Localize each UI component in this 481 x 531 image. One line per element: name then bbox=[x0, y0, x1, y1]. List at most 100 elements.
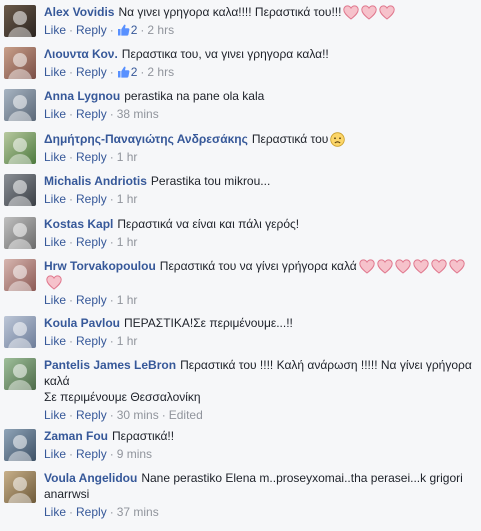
like-count[interactable]: 2 bbox=[117, 23, 137, 37]
reply-button[interactable]: Reply bbox=[76, 65, 107, 79]
commenter-name[interactable]: Anna Lygnou bbox=[44, 89, 120, 103]
reply-button[interactable]: Reply bbox=[76, 192, 107, 206]
separator-dot: · bbox=[69, 192, 74, 206]
heart-emoji-icon bbox=[377, 259, 393, 274]
separator-dot: · bbox=[140, 23, 145, 37]
timestamp[interactable]: 1 hr bbox=[117, 150, 138, 164]
separator-dot: · bbox=[69, 65, 74, 79]
heart-emoji-icon bbox=[359, 259, 375, 274]
separator-dot: · bbox=[140, 65, 145, 79]
edited-label[interactable]: Edited bbox=[169, 408, 203, 422]
reply-button[interactable]: Reply bbox=[76, 293, 107, 307]
heart-emoji-icon bbox=[431, 259, 447, 274]
like-button[interactable]: Like bbox=[44, 23, 66, 37]
heart-emoji-icon bbox=[46, 275, 62, 290]
comment-text-line: Koula Pavlou ΠΕΡΑΣΤΙΚΑ!Σε περιμένουμε...!… bbox=[44, 315, 473, 331]
commenter-name[interactable]: Zaman Fou bbox=[44, 429, 108, 443]
separator-dot: · bbox=[109, 293, 114, 307]
timestamp[interactable]: 37 mins bbox=[117, 505, 159, 519]
reply-button[interactable]: Reply bbox=[76, 408, 107, 422]
like-button[interactable]: Like bbox=[44, 65, 66, 79]
avatar[interactable] bbox=[4, 316, 36, 348]
comment-body: Zaman Fou Περαστικά!! Like · Reply · 9 mins bbox=[44, 428, 473, 461]
timestamp[interactable]: 2 hrs bbox=[147, 23, 174, 37]
commenter-name[interactable]: Hrw Torvakopoulou bbox=[44, 259, 156, 273]
timestamp[interactable]: 1 hr bbox=[117, 293, 138, 307]
avatar[interactable] bbox=[4, 132, 36, 164]
avatar[interactable] bbox=[4, 471, 36, 503]
comment-text-line: Anna Lygnou perastika na pane ola kala bbox=[44, 88, 473, 104]
comment-actions: Like · Reply · 1 hr bbox=[44, 192, 473, 206]
reply-button[interactable]: Reply bbox=[76, 505, 107, 519]
comment-actions: Like · Reply · 1 hr bbox=[44, 334, 473, 348]
commenter-name[interactable]: Voula Angelidou bbox=[44, 471, 137, 485]
comment-actions: Like · Reply · 1 hr bbox=[44, 235, 473, 249]
timestamp[interactable]: 30 mins bbox=[117, 408, 159, 422]
heart-emoji-icon bbox=[395, 259, 411, 274]
comment-body: Kostas Kapl Περαστικά να είναι και πάλι γ… bbox=[44, 216, 473, 249]
timestamp[interactable]: 1 hr bbox=[117, 235, 138, 249]
separator-dot: · bbox=[69, 235, 74, 249]
thumbs-up-icon bbox=[117, 66, 130, 78]
separator-dot: · bbox=[109, 23, 114, 37]
avatar[interactable] bbox=[4, 5, 36, 37]
like-button[interactable]: Like bbox=[44, 505, 66, 519]
comment-text-line: Zaman Fou Περαστικά!! bbox=[44, 428, 473, 444]
comment-actions: Like · Reply · 30 mins · Edited bbox=[44, 408, 473, 422]
separator-dot: · bbox=[109, 408, 114, 422]
separator-dot: · bbox=[161, 408, 166, 422]
timestamp[interactable]: 1 hr bbox=[117, 192, 138, 206]
avatar[interactable] bbox=[4, 217, 36, 249]
like-button[interactable]: Like bbox=[44, 235, 66, 249]
timestamp[interactable]: 9 mins bbox=[117, 447, 152, 461]
separator-dot: · bbox=[69, 23, 74, 37]
reply-button[interactable]: Reply bbox=[76, 235, 107, 249]
separator-dot: · bbox=[109, 235, 114, 249]
timestamp[interactable]: 1 hr bbox=[117, 334, 138, 348]
commenter-name[interactable]: Koula Pavlou bbox=[44, 316, 120, 330]
avatar[interactable] bbox=[4, 47, 36, 79]
comment-body: Voula Angelidou Nane perastiko Elena m..p… bbox=[44, 470, 473, 519]
separator-dot: · bbox=[69, 408, 74, 422]
like-button[interactable]: Like bbox=[44, 107, 66, 121]
comment-text: perastika na pane ola kala bbox=[124, 89, 265, 103]
reply-button[interactable]: Reply bbox=[76, 334, 107, 348]
commenter-name[interactable]: Michalis Andriotis bbox=[44, 174, 147, 188]
comment-body: Hrw Torvakopoulou Περαστικά του να γίνει … bbox=[44, 258, 473, 307]
avatar[interactable] bbox=[4, 259, 36, 291]
separator-dot: · bbox=[69, 107, 74, 121]
like-button[interactable]: Like bbox=[44, 334, 66, 348]
commenter-name[interactable]: Δημήτρης-Παναγιώτης Ανδρεσάκης bbox=[44, 132, 248, 146]
comment-text: Perastika tou mikrou... bbox=[150, 174, 271, 188]
timestamp[interactable]: 38 mins bbox=[117, 107, 159, 121]
reply-button[interactable]: Reply bbox=[76, 150, 107, 164]
like-count[interactable]: 2 bbox=[117, 65, 137, 79]
timestamp[interactable]: 2 hrs bbox=[147, 65, 174, 79]
comment-actions: Like · Reply · 1 hr bbox=[44, 293, 473, 307]
avatar[interactable] bbox=[4, 358, 36, 390]
avatar[interactable] bbox=[4, 174, 36, 206]
comment-actions: Like · Reply · 38 mins bbox=[44, 107, 473, 121]
comment-actions: Like · Reply · 2 · 2 hrs bbox=[44, 65, 473, 79]
separator-dot: · bbox=[69, 150, 74, 164]
avatar[interactable] bbox=[4, 429, 36, 461]
separator-dot: · bbox=[69, 505, 74, 519]
separator-dot: · bbox=[109, 192, 114, 206]
reply-button[interactable]: Reply bbox=[76, 447, 107, 461]
sad-face-emoji-icon bbox=[330, 132, 346, 147]
heart-emoji-icon bbox=[361, 5, 378, 20]
reply-button[interactable]: Reply bbox=[76, 23, 107, 37]
reply-button[interactable]: Reply bbox=[76, 107, 107, 121]
like-button[interactable]: Like bbox=[44, 408, 66, 422]
commenter-name[interactable]: Λιουντα Κον. bbox=[44, 47, 118, 61]
commenter-name[interactable]: Alex Vovidis bbox=[44, 5, 114, 19]
like-button[interactable]: Like bbox=[44, 447, 66, 461]
like-button[interactable]: Like bbox=[44, 192, 66, 206]
commenter-name[interactable]: Pantelis James LeBron bbox=[44, 358, 176, 372]
comment-text-line: Λιουντα Κον. Περαστικα του, να γινει γρηγ… bbox=[44, 46, 473, 62]
commenter-name[interactable]: Kostas Kapl bbox=[44, 217, 113, 231]
avatar[interactable] bbox=[4, 89, 36, 121]
heart-emoji-icon bbox=[449, 259, 465, 274]
like-button[interactable]: Like bbox=[44, 293, 66, 307]
like-button[interactable]: Like bbox=[44, 150, 66, 164]
